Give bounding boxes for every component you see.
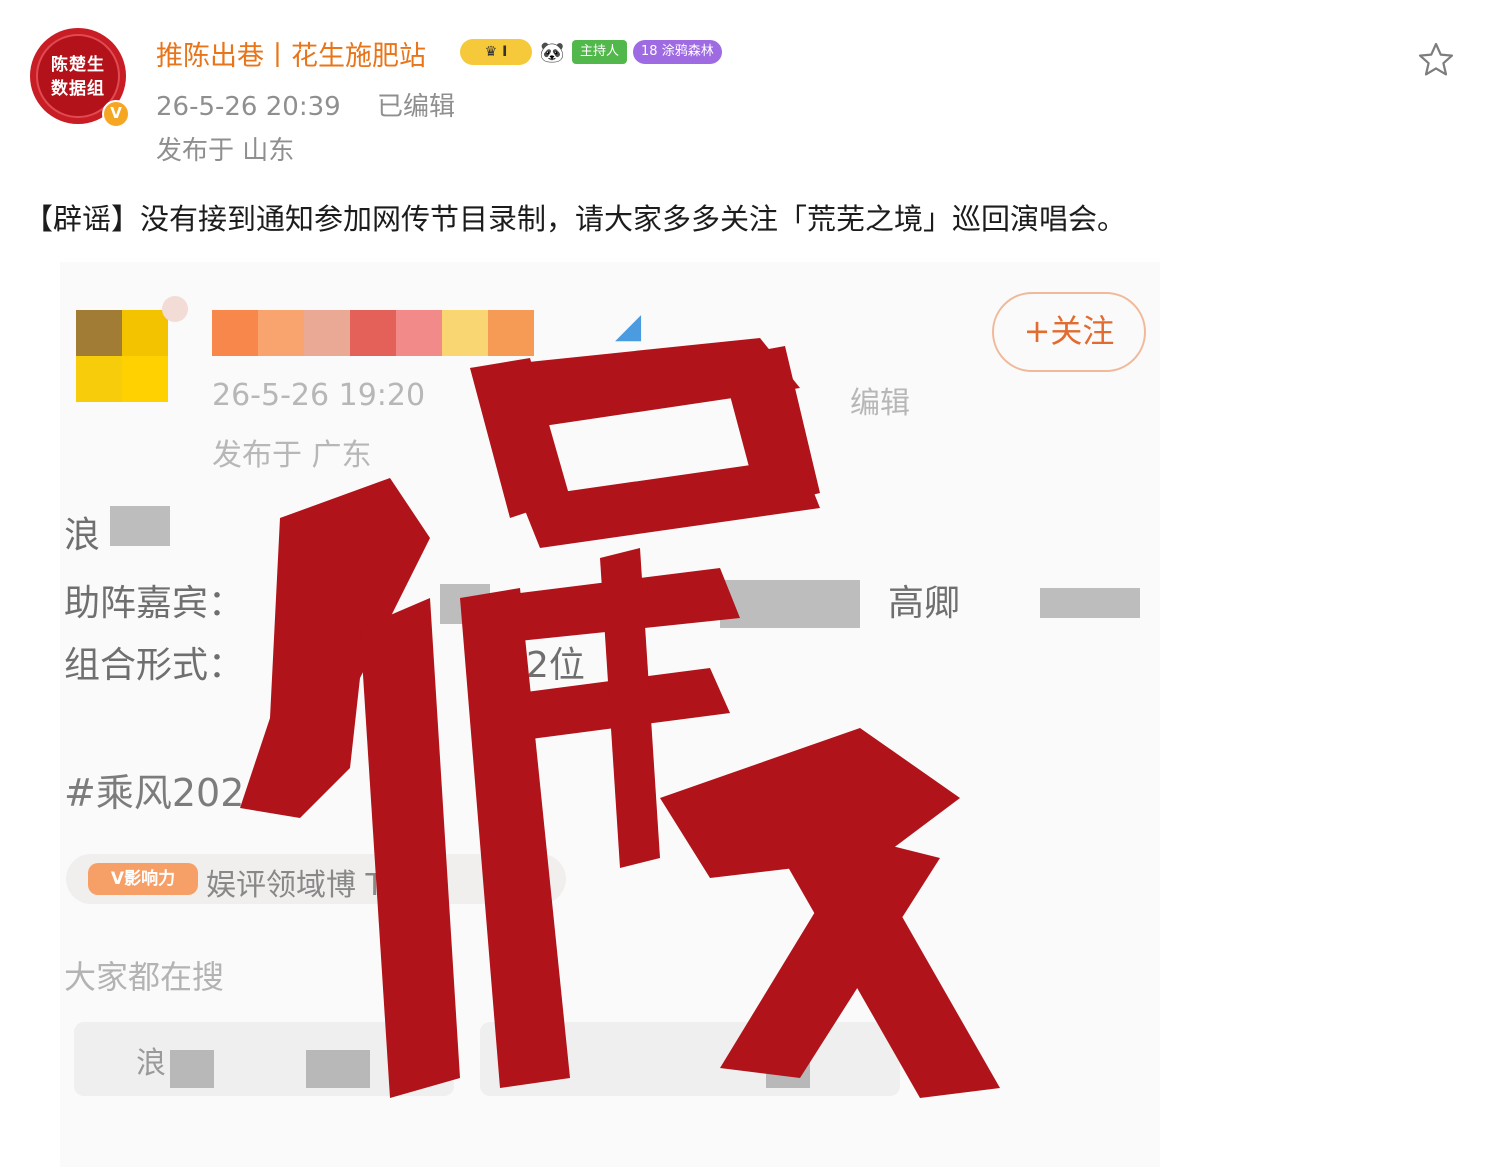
avatar-text-top: 陈楚生 [51,55,105,75]
host-badge[interactable]: 主持人 [572,40,628,64]
post-body: 【辟谣】没有接到通知参加网传节目录制，请大家多多关注「荒芜之境」巡回演唱会。 [24,202,1127,236]
embedded-avatar [76,296,188,402]
embedded-line-3: 组合形式： [64,636,244,688]
chip-label: 浪 [136,1046,166,1081]
format-label: 组合形式： [64,645,245,686]
post-time: 26-5-26 20:39 [156,92,341,122]
crown-icon: ♛ [484,44,503,60]
influence-tag: V影响力 [88,863,198,895]
user-badges: ♛ I 🐼 主持人 18 涂鸦森林 [460,38,722,66]
avatar-text-bottom: 数据组 [51,79,105,99]
verified-icon: V [102,100,130,128]
crown-level-text: I [502,44,508,60]
notification-dot [162,296,188,322]
embedded-line-1: 浪 [64,506,100,558]
avatar[interactable]: 陈楚生 数据组 V [30,28,130,128]
post-location: 发布于 山东 [156,136,295,166]
edited-label: 已编辑 [376,92,455,122]
search-title: 大家都在搜 [64,958,225,996]
blur-block [1040,588,1140,618]
guest-label: 助阵嘉宾： [64,583,245,624]
blur-block [110,506,170,546]
embedded-follow-button: +关注 [992,292,1146,372]
embedded-line-2: 助阵嘉宾： [64,574,244,626]
post-meta: 26-5-26 20:39 已编辑 [156,86,455,123]
author-name[interactable]: 推陈出巷丨花生施肥站 [156,34,426,73]
embedded-topic: #乘风202 [64,771,245,815]
crown-level-badge[interactable]: ♛ I [460,39,532,65]
star-icon[interactable] [1416,40,1456,80]
fake-stamp-icon [240,338,1000,1098]
line1-text: 浪 [64,515,101,556]
panda-icon[interactable]: 🐼 [538,39,566,65]
level-badge[interactable]: 18 涂鸦森林 [633,40,722,64]
